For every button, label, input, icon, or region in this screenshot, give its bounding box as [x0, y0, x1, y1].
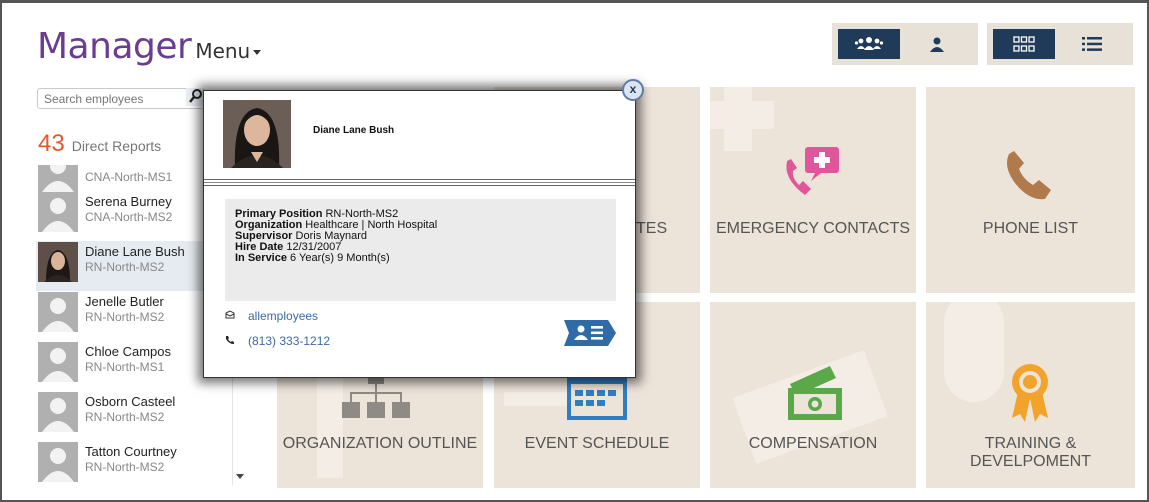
search-input[interactable]	[38, 89, 178, 108]
list-item[interactable]: Diane Lane Bush RN-North-MS2	[36, 241, 231, 291]
group-icon	[854, 37, 884, 50]
list-icon	[1082, 37, 1102, 51]
employee-photo	[223, 100, 291, 168]
avatar	[38, 165, 78, 192]
list-item[interactable]: CNA-North-MS1	[36, 165, 231, 192]
handset-icon	[1007, 151, 1051, 200]
avatar	[38, 192, 78, 232]
contact-card-icon	[564, 320, 616, 346]
caret-down-icon	[253, 50, 262, 55]
employee-detail-popup: Diane Lane Bush Primary Position RN-Nort…	[203, 90, 636, 378]
phone-list-tile[interactable]: PHONE LIST	[926, 87, 1135, 293]
tile-label: TES	[636, 220, 668, 237]
person-icon	[930, 37, 944, 52]
brand: Manager Menu	[37, 26, 262, 67]
audience-toggle	[832, 23, 978, 65]
employee-name: Diane Lane Bush	[85, 244, 185, 259]
compensation-tile[interactable]: COMPENSATION	[710, 302, 916, 488]
team-view-button[interactable]	[838, 29, 900, 59]
list-item[interactable]: Serena Burney CNA-North-MS2	[36, 191, 231, 241]
scroll-down-icon[interactable]	[236, 474, 244, 479]
avatar	[38, 342, 78, 382]
calendar-icon	[567, 374, 627, 420]
contact-card-button[interactable]	[564, 320, 616, 351]
money-icon	[788, 366, 842, 420]
single-view-button[interactable]	[906, 29, 968, 59]
envelope-icon	[225, 310, 235, 322]
direct-reports-label: Direct Reports	[71, 138, 162, 154]
employee-position: RN-North-MS2	[85, 410, 165, 424]
layout-toggle	[987, 23, 1133, 65]
list-item[interactable]: Jenelle Butler RN-North-MS2	[36, 291, 231, 341]
tile-watermark	[710, 101, 774, 129]
tile-label: TRAINING & DEVELPOMENT	[970, 435, 1091, 470]
menu-label: Menu	[195, 39, 251, 63]
training-tile[interactable]: TRAINING & DEVELPOMENT	[926, 302, 1135, 488]
employee-name: Chloe Campos	[85, 344, 171, 359]
employee-name: Osborn Casteel	[85, 394, 176, 409]
in-service-value: 6 Year(s) 9 Month(s)	[290, 252, 390, 264]
app-title: Manager	[37, 26, 192, 67]
divider	[204, 179, 635, 186]
avatar	[38, 442, 78, 482]
employee-name: Tatton Courtney	[85, 444, 177, 459]
grid-icon	[1013, 36, 1035, 52]
emergency-contacts-tile[interactable]: EMERGENCY CONTACTS	[710, 87, 916, 293]
phone-link-row: (813) 333-1212	[225, 334, 330, 348]
manager-app: Manager Menu Search employees 43 Direct …	[0, 0, 1149, 502]
email-link-row: allemployees	[225, 309, 318, 323]
employee-position: RN-North-MS2	[85, 260, 165, 274]
tile-watermark	[504, 392, 574, 406]
tile-label: EVENT SCHEDULE	[524, 435, 670, 452]
avatar	[38, 392, 78, 432]
employee-name: Serena Burney	[85, 194, 172, 209]
tile-label: ORGANIZATION OUTLINE	[282, 435, 478, 452]
employee-name: Jenelle Butler	[85, 294, 164, 309]
employee-search	[37, 88, 206, 109]
email-link[interactable]: allemployees	[248, 309, 318, 323]
grid-view-button[interactable]	[993, 29, 1055, 59]
employee-position: CNA-North-MS1	[85, 170, 173, 184]
tile-label: EMERGENCY CONTACTS	[715, 220, 911, 237]
employee-position: RN-North-MS2	[85, 310, 165, 324]
close-popup-button[interactable]: x	[622, 79, 644, 101]
phone-link[interactable]: (813) 333-1212	[248, 334, 330, 348]
tile-watermark	[944, 302, 1004, 402]
direct-reports-count: 43	[38, 130, 65, 157]
menu-dropdown[interactable]: Menu	[195, 39, 262, 63]
list-view-button[interactable]	[1061, 29, 1123, 59]
direct-reports-summary: 43 Direct Reports	[38, 130, 161, 158]
tile-label: PHONE LIST	[982, 220, 1079, 237]
employee-position: RN-North-MS2	[85, 460, 165, 474]
employee-position: CNA-North-MS2	[85, 210, 173, 224]
org-chart-icon	[342, 372, 410, 418]
award-ribbon-icon	[1012, 364, 1048, 422]
avatar	[38, 242, 78, 282]
employee-list: CNA-North-MS1 Serena Burney CNA-North-MS…	[36, 165, 231, 487]
avatar	[38, 292, 78, 332]
medical-phone-icon	[786, 147, 839, 195]
employee-position: RN-North-MS1	[85, 360, 165, 374]
list-item[interactable]: Osborn Casteel RN-North-MS2	[36, 391, 231, 441]
tile-label: COMPENSATION	[748, 435, 878, 452]
employee-details: Primary Position RN-North-MS2 Organizati…	[225, 199, 616, 301]
detail-label: In Service	[235, 252, 287, 264]
employee-name: Diane Lane Bush	[313, 125, 395, 136]
phone-icon	[225, 335, 235, 347]
list-item[interactable]: Tatton Courtney RN-North-MS2	[36, 441, 231, 487]
list-item[interactable]: Chloe Campos RN-North-MS1	[36, 341, 231, 391]
